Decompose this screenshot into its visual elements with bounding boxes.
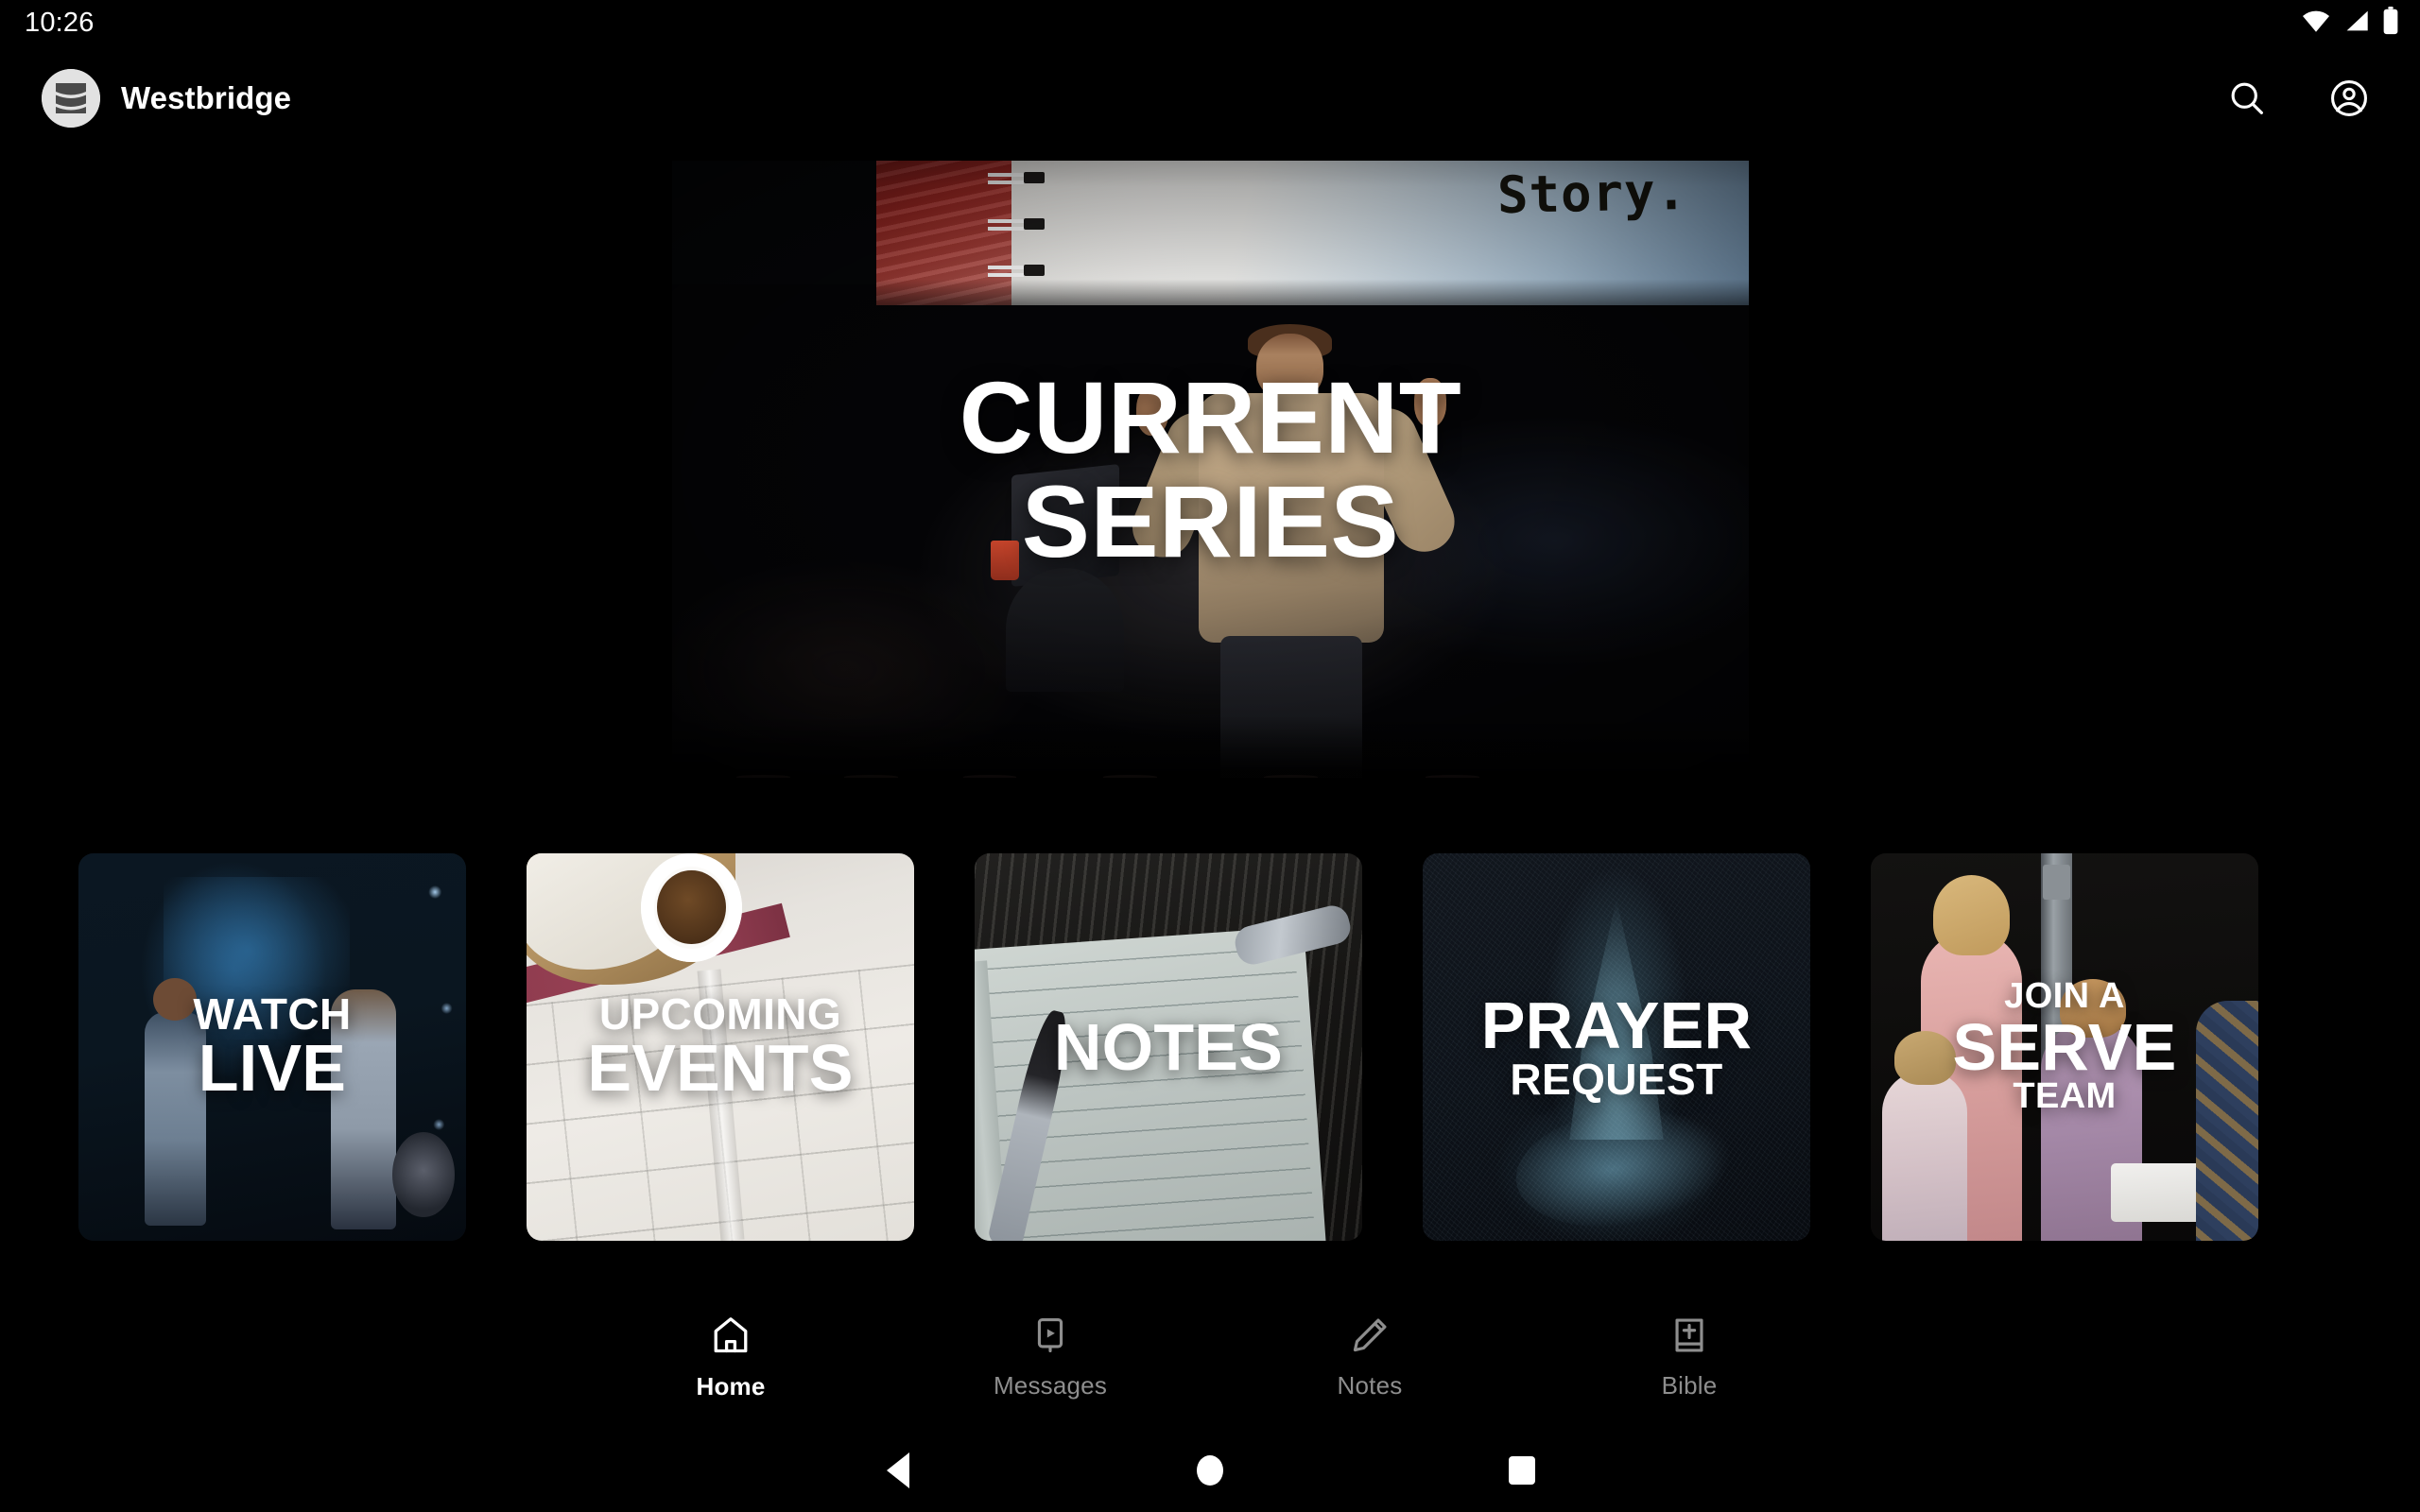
brand-name: Westbridge: [121, 80, 292, 115]
card-watch-live-label: WATCH LIVE: [78, 853, 466, 1241]
card-label-line-1: UPCOMING: [598, 989, 842, 1040]
hero-title-line-1: CURRENT: [959, 359, 1462, 474]
nav-label-home: Home: [696, 1372, 766, 1400]
card-serve-team[interactable]: JOIN A SERVE TEAM: [1871, 853, 2258, 1241]
signal-icon: [2342, 9, 2371, 38]
nav-item-bible[interactable]: Bible: [1530, 1315, 1849, 1400]
card-label-line-2: LIVE: [198, 1031, 347, 1106]
brand-block[interactable]: Westbridge: [42, 69, 291, 128]
system-recents-button[interactable]: [1366, 1456, 1678, 1485]
search-icon[interactable]: [2221, 73, 2273, 124]
back-triangle-icon: [887, 1452, 909, 1488]
card-label-line-2: EVENTS: [587, 1031, 854, 1106]
home-circle-icon: [1197, 1455, 1223, 1486]
app-header-actions: [2221, 73, 2375, 124]
card-serve-team-label: JOIN A SERVE TEAM: [1871, 853, 2258, 1241]
app-screen: 10:26 Westbridge CURRENT SERIES WATCH LI…: [0, 0, 2420, 1512]
card-notes[interactable]: NOTES: [975, 853, 1362, 1241]
westbridge-logo-icon: [42, 69, 100, 128]
card-watch-live[interactable]: WATCH LIVE: [78, 853, 466, 1241]
card-label-line-1: WATCH: [193, 989, 352, 1040]
hero-title: CURRENT SERIES: [672, 365, 1749, 573]
card-notes-label: NOTES: [975, 853, 1362, 1241]
card-label-line-3: TEAM: [2013, 1076, 2117, 1117]
card-upcoming-events[interactable]: UPCOMING EVENTS: [527, 853, 914, 1241]
bible-icon: [1669, 1315, 1709, 1360]
card-prayer-request-label: PRAYER REQUEST: [1423, 853, 1810, 1241]
bottom-navigation-bar: Home Messages Notes Bible: [0, 1287, 2420, 1429]
app-header: Westbridge: [0, 45, 2420, 151]
nav-item-home[interactable]: Home: [571, 1314, 890, 1401]
card-label-line-1: PRAYER: [1480, 988, 1753, 1063]
nav-item-messages[interactable]: Messages: [890, 1315, 1210, 1400]
pencil-icon: [1350, 1315, 1390, 1360]
system-home-button[interactable]: [1054, 1455, 1366, 1486]
recents-square-icon: [1509, 1456, 1535, 1485]
android-system-nav: [0, 1429, 2420, 1512]
account-icon[interactable]: [2324, 73, 2375, 124]
system-back-button[interactable]: [742, 1452, 1054, 1488]
card-upcoming-events-label: UPCOMING EVENTS: [527, 853, 914, 1241]
status-bar: 10:26: [0, 0, 2420, 45]
battery-icon: [2382, 6, 2399, 40]
home-icon: [710, 1314, 752, 1361]
wifi-icon: [2301, 9, 2331, 38]
card-label-line-2: NOTES: [1053, 1009, 1284, 1084]
nav-label-notes: Notes: [1337, 1371, 1403, 1400]
card-prayer-request[interactable]: PRAYER REQUEST: [1423, 853, 1810, 1241]
card-label-line-2: SERVE: [1952, 1009, 2177, 1084]
status-clock: 10:26: [25, 7, 95, 38]
nav-item-notes[interactable]: Notes: [1210, 1315, 1530, 1400]
status-icon-group: [2301, 6, 2399, 40]
card-label-line-2: REQUEST: [1510, 1054, 1723, 1104]
hero-card-current-series[interactable]: Story. CURRENT SERIES: [672, 161, 1749, 778]
nav-label-messages: Messages: [993, 1371, 1108, 1400]
hero-title-line-2: SERIES: [1021, 463, 1400, 578]
quick-action-card-row[interactable]: WATCH LIVE UPCOMING EVENTS NOTES PRAYER …: [0, 853, 2420, 1241]
nav-label-bible: Bible: [1661, 1371, 1718, 1400]
messages-icon: [1030, 1315, 1070, 1360]
